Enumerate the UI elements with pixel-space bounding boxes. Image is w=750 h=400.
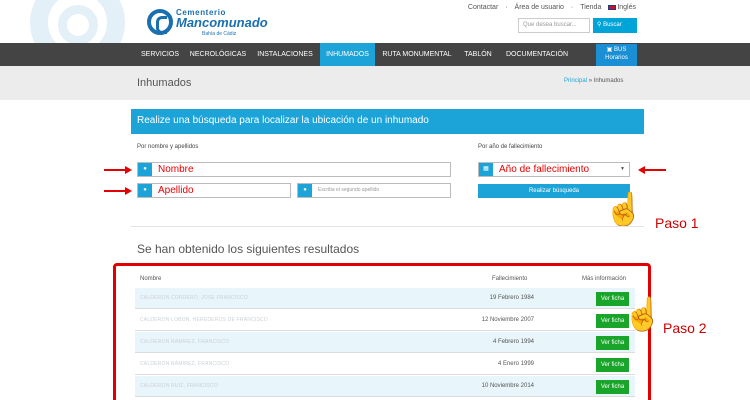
surname-field-value: Apellido bbox=[158, 185, 194, 196]
table-row: CALDERON LOBON, HEREDEROS DE FRANCISCO 1… bbox=[135, 310, 635, 331]
row-divider bbox=[135, 374, 635, 375]
link-area-usuario[interactable]: Área de usuario bbox=[515, 4, 564, 11]
step-2-label: Paso 2 bbox=[663, 320, 707, 336]
row-date: 10 Noviembre 2014 bbox=[481, 383, 534, 389]
second-surname-placeholder: Escriba el segundo apellido bbox=[318, 187, 380, 193]
user-icon: ● bbox=[138, 184, 152, 197]
ver-ficha-button[interactable]: Ver ficha bbox=[596, 336, 629, 350]
site-search-button[interactable]: ⚲ Buscar bbox=[593, 18, 637, 33]
page-title: Inhumados bbox=[137, 77, 192, 89]
nav-ruta-monumental[interactable]: RUTA MONUMENTAL bbox=[376, 43, 458, 66]
name-field[interactable]: ● Nombre bbox=[137, 162, 451, 177]
link-tienda[interactable]: Tienda bbox=[580, 4, 601, 11]
separator: · bbox=[570, 4, 574, 11]
row-name: CALDERON RAMIREZ, FRANCISCO bbox=[140, 339, 230, 345]
search-icon: ⚲ bbox=[597, 22, 602, 28]
link-ingles[interactable]: Inglés bbox=[608, 4, 636, 11]
row-name: CALDERON RUIZ, FRANCISCO bbox=[140, 383, 218, 389]
row-date: 19 Febrero 1984 bbox=[489, 295, 534, 301]
user-icon: ● bbox=[298, 184, 312, 197]
column-header-nombre: Nombre bbox=[140, 276, 162, 282]
uk-flag-icon bbox=[608, 4, 617, 10]
second-surname-field[interactable]: ● Escriba el segundo apellido bbox=[297, 183, 451, 198]
nav-instalaciones[interactable]: INSTALACIONES bbox=[252, 43, 318, 66]
ver-ficha-button[interactable]: Ver ficha bbox=[596, 380, 629, 394]
table-row: CALDERON RAMIREZ, FRANCISCO 4 Enero 1999… bbox=[135, 354, 635, 375]
site-search-button-label: Buscar bbox=[603, 22, 622, 28]
top-links: Contactar · Área de usuario · Tienda Ing… bbox=[463, 4, 636, 11]
by-year-label: Por año de fallecimiento bbox=[478, 144, 543, 150]
results-title: Se han obtenido los siguientes resultado… bbox=[137, 242, 360, 256]
section-divider bbox=[131, 226, 644, 227]
separator: · bbox=[505, 4, 508, 11]
nav-documentacion[interactable]: DOCUMENTACIÓN bbox=[499, 43, 575, 66]
results-table-header: Nombre Fallecimiento Más información bbox=[135, 276, 635, 286]
bus-label: BUS bbox=[614, 47, 627, 53]
breadcrumb-current: Inhumados bbox=[593, 78, 624, 84]
surname-field[interactable]: ● Apellido bbox=[137, 183, 291, 198]
search-banner: Realize una búsqueda para localizar la u… bbox=[131, 109, 644, 134]
main-nav: SERVICIOS NECROLÓGICAS INSTALACIONES INH… bbox=[0, 43, 750, 66]
link-contactar[interactable]: Contactar bbox=[468, 4, 498, 11]
column-header-fallecimiento: Fallecimiento bbox=[492, 276, 528, 282]
row-divider bbox=[135, 352, 635, 353]
breadcrumb-home[interactable]: Principal bbox=[564, 78, 587, 84]
bus-sublabel: Horarios bbox=[605, 55, 628, 61]
nav-tablon[interactable]: TABLÓN bbox=[459, 43, 497, 66]
breadcrumb-separator: » bbox=[588, 78, 593, 84]
logo-main-text: Mancomunado bbox=[176, 15, 268, 30]
site-logo[interactable]: Cementerio Mancomunado Bahía de Cádiz bbox=[147, 7, 268, 37]
ver-ficha-button[interactable]: Ver ficha bbox=[596, 358, 629, 372]
logo-mark-icon bbox=[147, 9, 173, 35]
calendar-icon: ▦ bbox=[479, 163, 493, 176]
page: Cementerio Mancomunado Bahía de Cádiz Co… bbox=[0, 0, 750, 400]
step-1-label: Paso 1 bbox=[655, 215, 699, 231]
row-name: CALDERON LOBON, HEREDEROS DE FRANCISCO bbox=[140, 317, 268, 323]
chevron-down-icon: ▼ bbox=[620, 166, 625, 172]
watermark-logo-inner bbox=[58, 5, 98, 45]
pointing-hand-icon: ☝ bbox=[604, 191, 644, 227]
nav-inhumados[interactable]: INHUMADOS bbox=[320, 43, 375, 66]
nav-necrologicas[interactable]: NECROLÓGICAS bbox=[186, 43, 250, 66]
row-date: 4 Febrero 1994 bbox=[492, 339, 534, 345]
nav-servicios[interactable]: SERVICIOS bbox=[135, 43, 185, 66]
row-name: CALDERON CORDERO, JOSE FRANCISCO bbox=[140, 295, 248, 301]
column-header-mas-informacion: Más información bbox=[582, 276, 627, 282]
annotation-arrow-icon bbox=[104, 187, 132, 195]
table-row: CALDERON RUIZ, FRANCISCO 10 Noviembre 20… bbox=[135, 376, 635, 397]
page-header: Inhumados Principal » Inhumados bbox=[0, 66, 750, 100]
row-name: CALDERON RAMIREZ, FRANCISCO bbox=[140, 361, 230, 367]
bus-icon: ▣ bbox=[606, 47, 613, 53]
name-field-value: Nombre bbox=[158, 164, 194, 175]
annotation-arrow-icon bbox=[638, 166, 666, 174]
breadcrumb: Principal » Inhumados bbox=[564, 78, 623, 84]
site-search-input[interactable]: Que desea buscar... bbox=[518, 18, 590, 33]
pointing-hand-icon: ☝ bbox=[623, 296, 663, 332]
annotation-arrow-icon bbox=[104, 166, 132, 174]
row-divider bbox=[135, 330, 635, 331]
user-icon: ● bbox=[138, 163, 152, 176]
bus-schedule-button[interactable]: ▣ BUS Horarios bbox=[596, 44, 637, 66]
link-ingles-label: Inglés bbox=[617, 4, 636, 11]
year-select[interactable]: ▦ Año de fallecimiento ▼ bbox=[478, 162, 630, 177]
table-row: CALDERON RAMIREZ, FRANCISCO 4 Febrero 19… bbox=[135, 332, 635, 353]
row-divider bbox=[135, 308, 635, 309]
row-divider bbox=[135, 396, 635, 397]
row-date: 12 Noviembre 2007 bbox=[481, 317, 534, 323]
logo-sub-text: Bahía de Cádiz bbox=[202, 31, 237, 37]
table-row: CALDERON CORDERO, JOSE FRANCISCO 19 Febr… bbox=[135, 288, 635, 309]
year-select-value: Año de fallecimiento bbox=[499, 164, 590, 175]
row-date: 4 Enero 1999 bbox=[497, 361, 534, 367]
by-name-label: Por nombre y apellidos bbox=[137, 144, 199, 150]
